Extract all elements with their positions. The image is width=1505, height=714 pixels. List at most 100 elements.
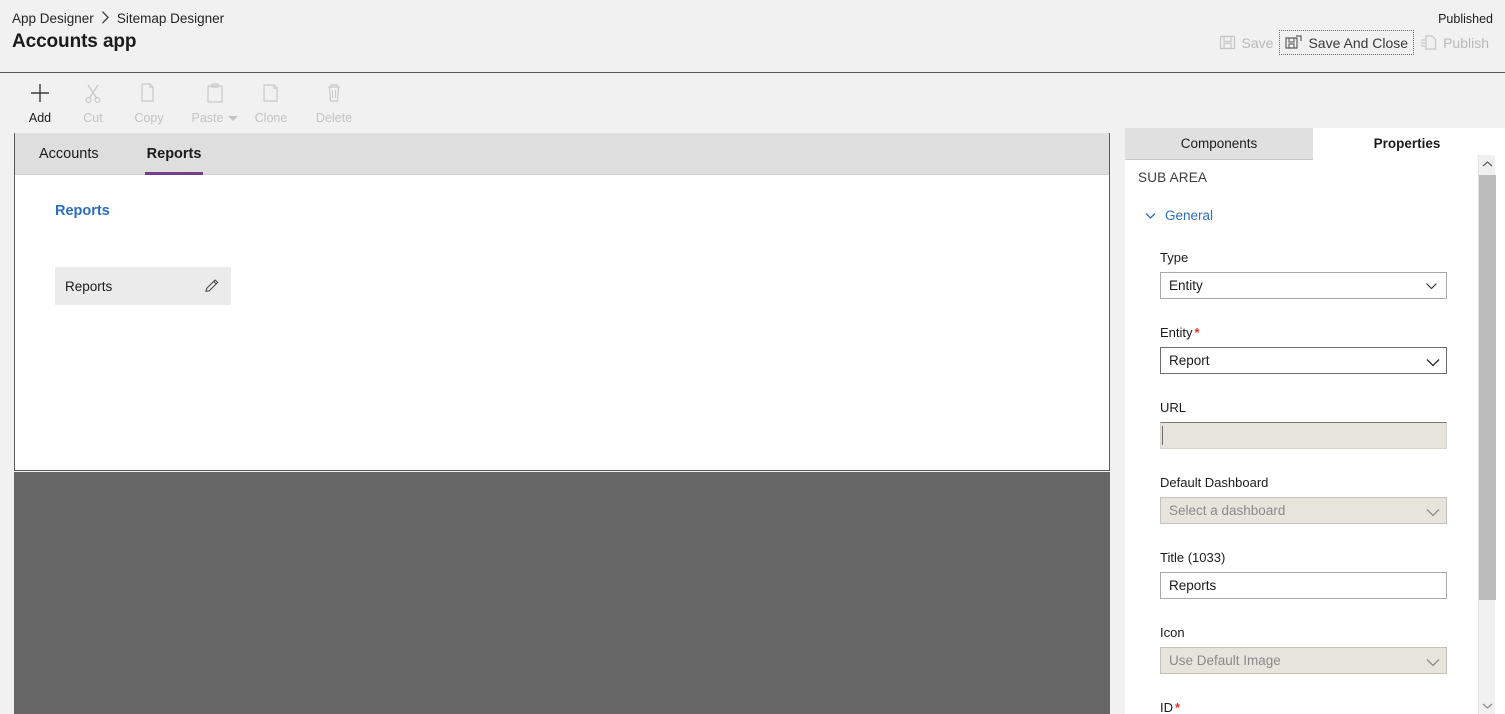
field-default-dashboard: Default Dashboard Select a dashboard	[1160, 475, 1447, 524]
panel-tabstrip: Components Properties	[1125, 128, 1505, 160]
scissors-icon	[82, 80, 104, 106]
copy-icon	[138, 80, 160, 106]
add-button-label: Add	[28, 111, 52, 125]
type-select[interactable]: Entity	[1160, 272, 1447, 299]
save-button[interactable]: Save	[1213, 30, 1280, 55]
page-title: Accounts app	[12, 31, 137, 52]
publish-button-label: Publish	[1443, 34, 1489, 51]
save-and-close-button[interactable]: Save And Close	[1279, 30, 1415, 55]
save-icon	[1219, 34, 1236, 51]
field-title-label: Title (1033)	[1160, 550, 1226, 565]
field-default-dashboard-label: Default Dashboard	[1160, 475, 1269, 490]
clone-button-label: Clone	[254, 111, 288, 125]
field-type: Type Entity	[1160, 250, 1447, 299]
chevron-down-icon	[1424, 278, 1439, 293]
icon-select-value: Use Default Image	[1169, 653, 1281, 668]
chevron-down-icon[interactable]	[228, 115, 239, 121]
scrollbar-thumb[interactable]	[1479, 175, 1496, 600]
breadcrumb-separator-icon	[101, 10, 110, 27]
url-input[interactable]	[1160, 422, 1447, 449]
area-tabstrip: Accounts Reports	[15, 133, 1109, 175]
tab-properties-label: Properties	[1373, 136, 1441, 151]
field-type-label: Type	[1160, 250, 1189, 265]
chevron-down-icon	[1144, 209, 1157, 222]
field-entity-label: Entity *	[1160, 325, 1447, 341]
tab-properties[interactable]: Properties	[1313, 128, 1501, 160]
tab-reports[interactable]: Reports	[123, 133, 226, 175]
paste-icon	[204, 80, 226, 106]
sitemap-canvas: Accounts Reports Reports Reports	[14, 133, 1110, 471]
properties-form: SUB AREA General Type Entity Entity * Re…	[1125, 160, 1485, 714]
required-marker: *	[1194, 325, 1200, 340]
cut-button[interactable]: Cut	[64, 80, 122, 125]
clone-icon	[260, 80, 282, 106]
field-url: URL	[1160, 400, 1447, 449]
field-icon: Icon Use Default Image	[1160, 625, 1447, 674]
tab-components-label: Components	[1180, 136, 1258, 151]
title-input[interactable]: Reports	[1160, 572, 1447, 599]
properties-section-label: SUB AREA	[1138, 170, 1208, 185]
properties-scrollbar[interactable]	[1478, 155, 1496, 714]
field-id-label-text: ID	[1160, 700, 1173, 714]
subarea-card-reports[interactable]: Reports	[55, 267, 231, 305]
scroll-down-button[interactable]	[1479, 696, 1496, 714]
save-and-close-icon	[1285, 34, 1303, 51]
field-id-label: ID *	[1160, 700, 1447, 714]
copy-button[interactable]: Copy	[120, 80, 178, 125]
breadcrumb-item-sitemap-designer[interactable]: Sitemap Designer	[117, 11, 224, 26]
field-entity: Entity * Report	[1160, 325, 1447, 374]
paste-button[interactable]: Paste	[186, 80, 244, 125]
default-dashboard-select-value: Select a dashboard	[1169, 503, 1286, 518]
publish-button[interactable]: Publish	[1414, 30, 1495, 55]
trash-icon	[323, 80, 345, 106]
chevron-down-icon	[1424, 503, 1440, 518]
group-title-reports[interactable]: Reports	[55, 203, 110, 219]
required-marker: *	[1175, 700, 1181, 714]
field-icon-label: Icon	[1160, 625, 1185, 640]
chevron-down-icon	[1424, 653, 1440, 668]
breadcrumb: App Designer Sitemap Designer	[12, 11, 224, 26]
cut-button-label: Cut	[83, 111, 103, 125]
delete-button[interactable]: Delete	[305, 80, 363, 125]
header-actions: Save Save And Close Publish	[1213, 30, 1495, 55]
delete-button-label: Delete	[315, 111, 353, 125]
add-button[interactable]: Add	[11, 80, 69, 125]
app-header: App Designer Sitemap Designer Accounts a…	[0, 0, 1505, 73]
breadcrumb-item-app-designer[interactable]: App Designer	[12, 11, 94, 26]
field-title: Title (1033) Reports	[1160, 550, 1447, 599]
tab-reports-label: Reports	[146, 145, 202, 162]
save-and-close-button-label: Save And Close	[1308, 34, 1409, 51]
type-select-value: Entity	[1169, 278, 1203, 293]
general-section-label: General	[1165, 208, 1214, 223]
scroll-up-button[interactable]	[1479, 155, 1496, 173]
publish-status-badge: Published	[1438, 12, 1493, 26]
field-id: ID *	[1160, 700, 1447, 714]
paste-button-label: Paste	[191, 111, 224, 125]
chevron-down-icon	[1482, 701, 1493, 710]
default-dashboard-select[interactable]: Select a dashboard	[1160, 497, 1447, 524]
publish-icon	[1420, 34, 1437, 51]
icon-select[interactable]: Use Default Image	[1160, 647, 1447, 674]
title-input-value: Reports	[1169, 578, 1217, 593]
save-button-label: Save	[1241, 34, 1274, 51]
entity-select[interactable]: Report	[1160, 347, 1447, 374]
pencil-icon[interactable]	[203, 277, 221, 295]
subarea-card-label: Reports	[65, 278, 113, 294]
modal-backdrop	[14, 472, 1110, 714]
field-url-label: URL	[1160, 400, 1187, 415]
canvas-body: Reports Reports	[15, 175, 1109, 305]
tab-accounts-label: Accounts	[39, 145, 99, 162]
general-section-toggle[interactable]: General	[1144, 208, 1213, 223]
tab-accounts[interactable]: Accounts	[15, 133, 123, 174]
sitemap-designer-window: App Designer Sitemap Designer Accounts a…	[0, 0, 1505, 714]
plus-icon	[29, 80, 51, 106]
clone-button[interactable]: Clone	[242, 80, 300, 125]
command-bar: Add Cut Copy Paste Clone Delete	[0, 74, 1505, 132]
chevron-up-icon	[1482, 160, 1493, 169]
text-cursor	[1162, 426, 1163, 445]
properties-panel: Components Properties SUB AREA General T…	[1125, 128, 1505, 714]
field-entity-label-text: Entity	[1160, 325, 1193, 340]
entity-select-value: Report	[1169, 353, 1210, 368]
copy-button-label: Copy	[134, 111, 164, 125]
tab-components[interactable]: Components	[1125, 128, 1313, 160]
